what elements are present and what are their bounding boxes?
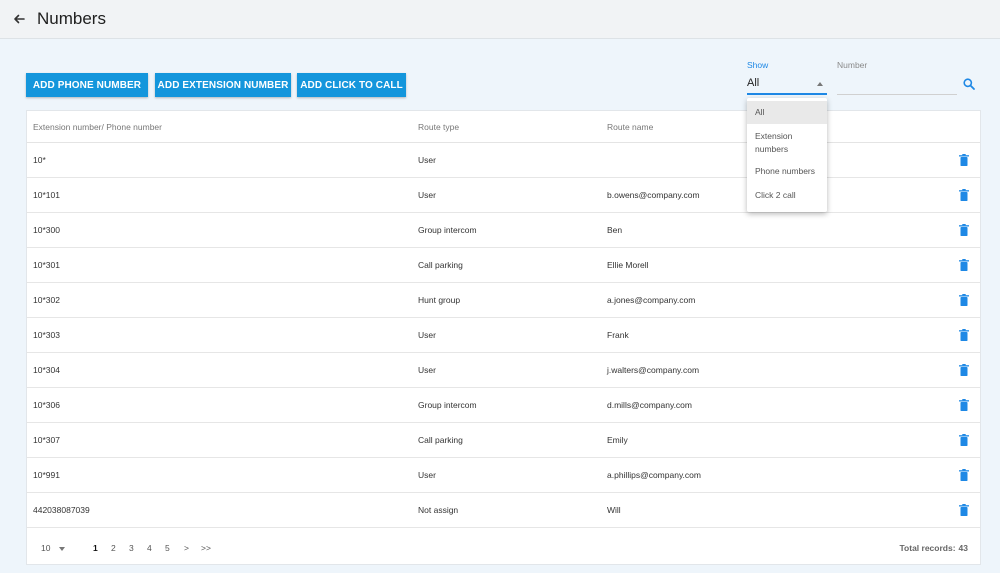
trash-icon[interactable]	[959, 469, 969, 481]
back-arrow-icon[interactable]	[11, 11, 27, 27]
table-row[interactable]: 10*306 Group intercom d.mills@company.co…	[27, 388, 980, 423]
cell-route-name: d.mills@company.com	[607, 400, 692, 410]
cell-route-type: User	[418, 365, 436, 375]
cell-route-type: User	[418, 190, 436, 200]
page-4-link[interactable]: 4	[147, 543, 152, 553]
cell-route-name: Will	[607, 505, 621, 515]
cell-route-name: j.walters@company.com	[607, 365, 700, 375]
show-filter-dropdown: All Extension numbers Phone numbers Clic…	[747, 98, 827, 212]
caret-down-icon	[59, 546, 66, 551]
page-5-link[interactable]: 5	[165, 543, 170, 553]
trash-icon[interactable]	[959, 154, 969, 166]
page-title: Numbers	[37, 9, 106, 28]
trash-icon[interactable]	[959, 434, 969, 446]
cell-number: 10*304	[33, 365, 60, 375]
trash-icon[interactable]	[959, 364, 969, 376]
cell-route-name: Ben	[607, 225, 623, 235]
table-row[interactable]: 10*991 User a.phillips@company.com	[27, 458, 980, 493]
cell-route-type: User	[418, 470, 436, 480]
cell-route-type: User	[418, 155, 436, 165]
table-row[interactable]: 10*302 Hunt group a.jones@company.com	[27, 283, 980, 318]
numbers-table-card: Extension number/ Phone number Route typ…	[26, 110, 981, 565]
cell-route-type: Call parking	[418, 435, 463, 445]
column-header-route-name: Route name	[607, 122, 654, 132]
add-click-to-call-button[interactable]: ADD CLICK TO CALL	[297, 73, 406, 97]
table-row[interactable]: 10*300 Group intercom Ben	[27, 213, 980, 248]
cell-route-type: Group intercom	[418, 225, 477, 235]
add-extension-number-button[interactable]: ADD EXTENSION NUMBER	[155, 73, 291, 97]
total-records-label: Total records:	[899, 543, 956, 553]
page-size-value: 10	[41, 543, 51, 553]
cell-number: 442038087039	[33, 505, 90, 515]
number-search-input[interactable]	[837, 75, 957, 95]
cell-number: 10*300	[33, 225, 60, 235]
table-row[interactable]: 10*307 Call parking Emily	[27, 423, 980, 458]
page-2-link[interactable]: 2	[111, 543, 116, 553]
page-1-link[interactable]: 1	[93, 543, 98, 553]
trash-icon[interactable]	[959, 294, 969, 306]
dropdown-option-extension-numbers[interactable]: Extension numbers	[747, 128, 827, 156]
cell-route-type: Not assign	[418, 505, 459, 515]
cell-route-type: Group intercom	[418, 400, 477, 410]
table-row[interactable]: 10*303 User Frank	[27, 318, 980, 353]
dropdown-option-phone-numbers[interactable]: Phone numbers	[747, 165, 827, 181]
last-page-link[interactable]: >>	[201, 543, 211, 553]
cell-number: 10*301	[33, 260, 60, 270]
table-row[interactable]: 10*304 User j.walters@company.com	[27, 353, 980, 388]
cell-number: 10*307	[33, 435, 60, 445]
column-header-number: Extension number/ Phone number	[33, 122, 162, 132]
table-row[interactable]: 442038087039 Not assign Will	[27, 493, 980, 528]
dropdown-option-all[interactable]: All	[747, 101, 827, 124]
cell-route-type: User	[418, 330, 436, 340]
add-phone-number-button[interactable]: ADD PHONE NUMBER	[26, 73, 148, 97]
cell-number: 10*306	[33, 400, 60, 410]
cell-number: 10*991	[33, 470, 60, 480]
total-records-count: 43	[958, 543, 968, 553]
page-3-link[interactable]: 3	[129, 543, 134, 553]
number-filter-label: Number	[837, 60, 868, 70]
cell-number: 10*	[33, 155, 46, 165]
table-row[interactable]: 10*101 User b.owens@company.com	[27, 178, 980, 213]
cell-route-name: Ellie Morell	[607, 260, 649, 270]
next-page-link[interactable]: >	[184, 543, 189, 553]
trash-icon[interactable]	[959, 189, 969, 201]
cell-number: 10*101	[33, 190, 60, 200]
table-header: Extension number/ Phone number Route typ…	[27, 111, 980, 143]
caret-up-icon	[817, 82, 823, 86]
table-footer: 10 1 2 3 4 5 > >> Total records: 43	[27, 530, 980, 566]
cell-number: 10*303	[33, 330, 60, 340]
cell-route-type: Call parking	[418, 260, 463, 270]
show-filter-select[interactable]: All	[747, 75, 827, 95]
trash-icon[interactable]	[959, 259, 969, 271]
table-row[interactable]: 10* User	[27, 143, 980, 178]
total-records: Total records: 43	[899, 543, 968, 553]
trash-icon[interactable]	[959, 504, 969, 516]
trash-icon[interactable]	[959, 329, 969, 341]
cell-route-name: a.jones@company.com	[607, 295, 696, 305]
cell-route-name: Frank	[607, 330, 629, 340]
dropdown-option-click-2-call[interactable]: Click 2 call	[747, 189, 827, 205]
show-filter-value: All	[747, 77, 760, 89]
cell-number: 10*302	[33, 295, 60, 305]
column-header-route-type: Route type	[418, 122, 460, 132]
table-row[interactable]: 10*301 Call parking Ellie Morell	[27, 248, 980, 283]
cell-route-name: b.owens@company.com	[607, 190, 700, 200]
top-bar: Numbers	[0, 0, 1000, 39]
show-filter-label: Show	[747, 60, 769, 70]
cell-route-name: Emily	[607, 435, 628, 445]
trash-icon[interactable]	[959, 224, 969, 236]
search-icon[interactable]	[962, 77, 976, 91]
cell-route-name: a.phillips@company.com	[607, 470, 701, 480]
page-size-select[interactable]: 10	[41, 543, 66, 553]
trash-icon[interactable]	[959, 399, 969, 411]
cell-route-type: Hunt group	[418, 295, 461, 305]
